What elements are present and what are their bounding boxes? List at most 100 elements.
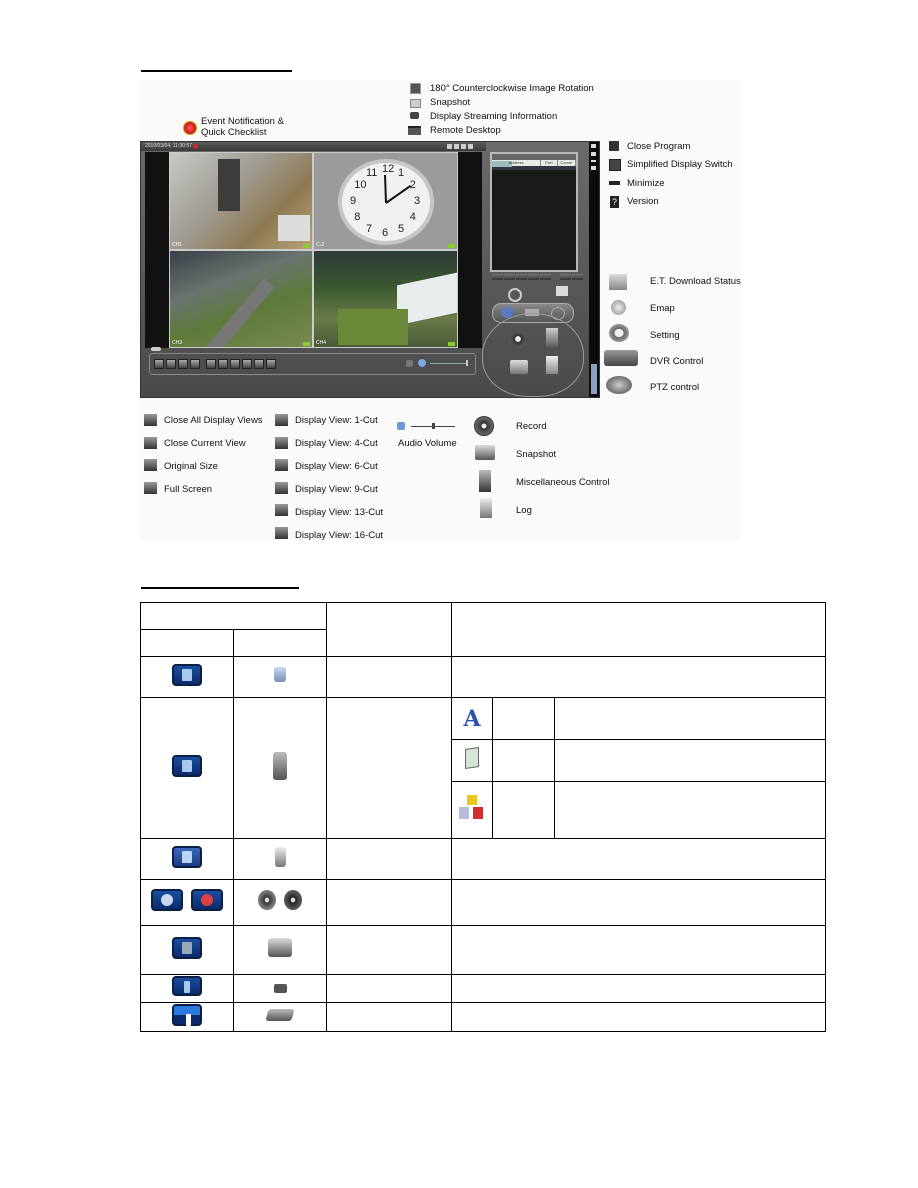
record-active-icon [284, 890, 303, 910]
audio-volume-label: Audio Volume [398, 438, 457, 449]
column-header[interactable]: Port [541, 160, 558, 166]
log-icon [480, 498, 492, 518]
table-cell [451, 879, 826, 926]
close-current-view-label: Close Current View [164, 438, 246, 449]
video-area: CH1 12 1 2 3 4 5 6 7 8 9 10 11 C-2 CH3 CH4 [145, 152, 482, 348]
clock-number: 5 [398, 222, 405, 235]
table-cell [554, 697, 826, 740]
table-cell [326, 974, 452, 1003]
list-button[interactable] [572, 274, 583, 280]
view-1-cut-button[interactable] [206, 359, 216, 369]
download-status-label: E.T. Download Status [650, 276, 741, 287]
list-button[interactable] [516, 274, 527, 280]
close-program-button[interactable] [591, 144, 596, 148]
list-button[interactable] [560, 274, 571, 280]
view-9-cut-button[interactable] [242, 359, 252, 369]
emap-label: Emap [650, 303, 675, 314]
view-16-cut-icon [275, 527, 288, 539]
camera-label: CH1 [172, 242, 183, 248]
table-cell [326, 879, 452, 926]
road [199, 278, 275, 347]
original-size-button[interactable] [178, 359, 188, 369]
view-9-cut-icon [275, 482, 288, 494]
misc-control-button[interactable] [546, 328, 558, 348]
dvr-control-label: DVR Control [650, 356, 704, 367]
door [218, 159, 240, 211]
view-control-bar [149, 353, 476, 375]
list-button[interactable] [504, 274, 515, 280]
camera-view[interactable]: 12 1 2 3 4 5 6 7 8 9 10 11 C-2 [313, 152, 458, 250]
rotate-180-label: 180° Counterclockwise Image Rotation [430, 83, 594, 94]
table-cell [554, 781, 826, 839]
view-13-cut-button[interactable] [254, 359, 264, 369]
view-16-cut-button[interactable] [266, 359, 276, 369]
column-header[interactable]: Comm [558, 160, 576, 166]
volume-slider[interactable] [430, 363, 468, 364]
rotate-180-button[interactable] [447, 144, 452, 149]
close-all-views-button[interactable] [154, 359, 164, 369]
camera-label: C-2 [316, 242, 325, 248]
view-1-cut-label: Display View: 1-Cut [295, 415, 378, 426]
simplified-display-label: Simplified Display Switch [627, 159, 733, 170]
streaming-info-button[interactable] [461, 144, 466, 149]
simplified-display-button[interactable] [591, 152, 596, 156]
event-notification-button[interactable] [193, 144, 198, 149]
camera-status-tag [448, 244, 455, 248]
list-button[interactable] [540, 274, 551, 280]
table-cell [451, 656, 826, 698]
log-button[interactable] [546, 356, 558, 374]
record-button[interactable] [509, 330, 527, 348]
snapshot-button[interactable] [510, 360, 528, 374]
record-label: Record [516, 421, 547, 432]
dvr-control-icon [604, 350, 638, 366]
original-size-label: Original Size [164, 461, 218, 472]
close-program-icon [609, 141, 619, 151]
table-cell [326, 656, 452, 698]
close-current-view-button[interactable] [166, 359, 176, 369]
close-current-view-icon [144, 437, 157, 449]
lawn [338, 309, 408, 345]
record-icon [474, 416, 494, 436]
snapshot-small-button[interactable] [454, 144, 459, 149]
scroll-handle[interactable] [591, 364, 597, 394]
emap-button[interactable] [508, 288, 522, 302]
download-status-button[interactable] [556, 286, 568, 296]
clock-number: 6 [382, 227, 389, 239]
table-row [140, 879, 826, 926]
log-label: Log [516, 505, 532, 516]
remote-desktop-button[interactable] [468, 144, 473, 149]
table-cell [492, 739, 555, 782]
side-panel: Address Port Comm [482, 148, 584, 397]
remote-desktop-icon [408, 126, 421, 135]
camera-view[interactable]: CH4 [313, 250, 458, 348]
list-button[interactable] [492, 274, 503, 280]
column-header[interactable]: Address [492, 160, 542, 166]
view-4-cut-icon [275, 437, 288, 449]
view-4-cut-label: Display View: 4-Cut [295, 438, 378, 449]
full-screen-button[interactable] [190, 359, 200, 369]
table-row [140, 925, 826, 975]
blocks-icon [459, 794, 485, 821]
view-9-cut-label: Display View: 9-Cut [295, 484, 378, 495]
minimize-button[interactable] [591, 160, 596, 162]
streaming-info-icon [410, 112, 419, 119]
dvr-control-icon [265, 1009, 295, 1021]
list-button[interactable] [528, 274, 539, 280]
snapshot-icon [475, 445, 495, 460]
view-13-cut-label: Display View: 13-Cut [295, 507, 384, 518]
view-6-cut-button[interactable] [230, 359, 240, 369]
font-a-icon: A [463, 705, 481, 732]
close-all-views-label: Close All Display Views [164, 415, 263, 426]
tab-handle[interactable] [151, 347, 161, 351]
view-4-cut-button[interactable] [218, 359, 228, 369]
version-button[interactable] [591, 166, 596, 170]
mute-icon[interactable] [406, 360, 413, 367]
volume-slider-knob[interactable] [466, 360, 468, 366]
volume-slider-knob [432, 423, 435, 429]
view-1-cut-icon [275, 414, 288, 426]
minimize-label: Minimize [627, 178, 665, 189]
camera-view[interactable]: CH3 [169, 250, 313, 348]
version-icon: ? [610, 196, 619, 208]
rotate-180-icon [410, 83, 421, 94]
camera-view[interactable]: CH1 [169, 152, 313, 250]
